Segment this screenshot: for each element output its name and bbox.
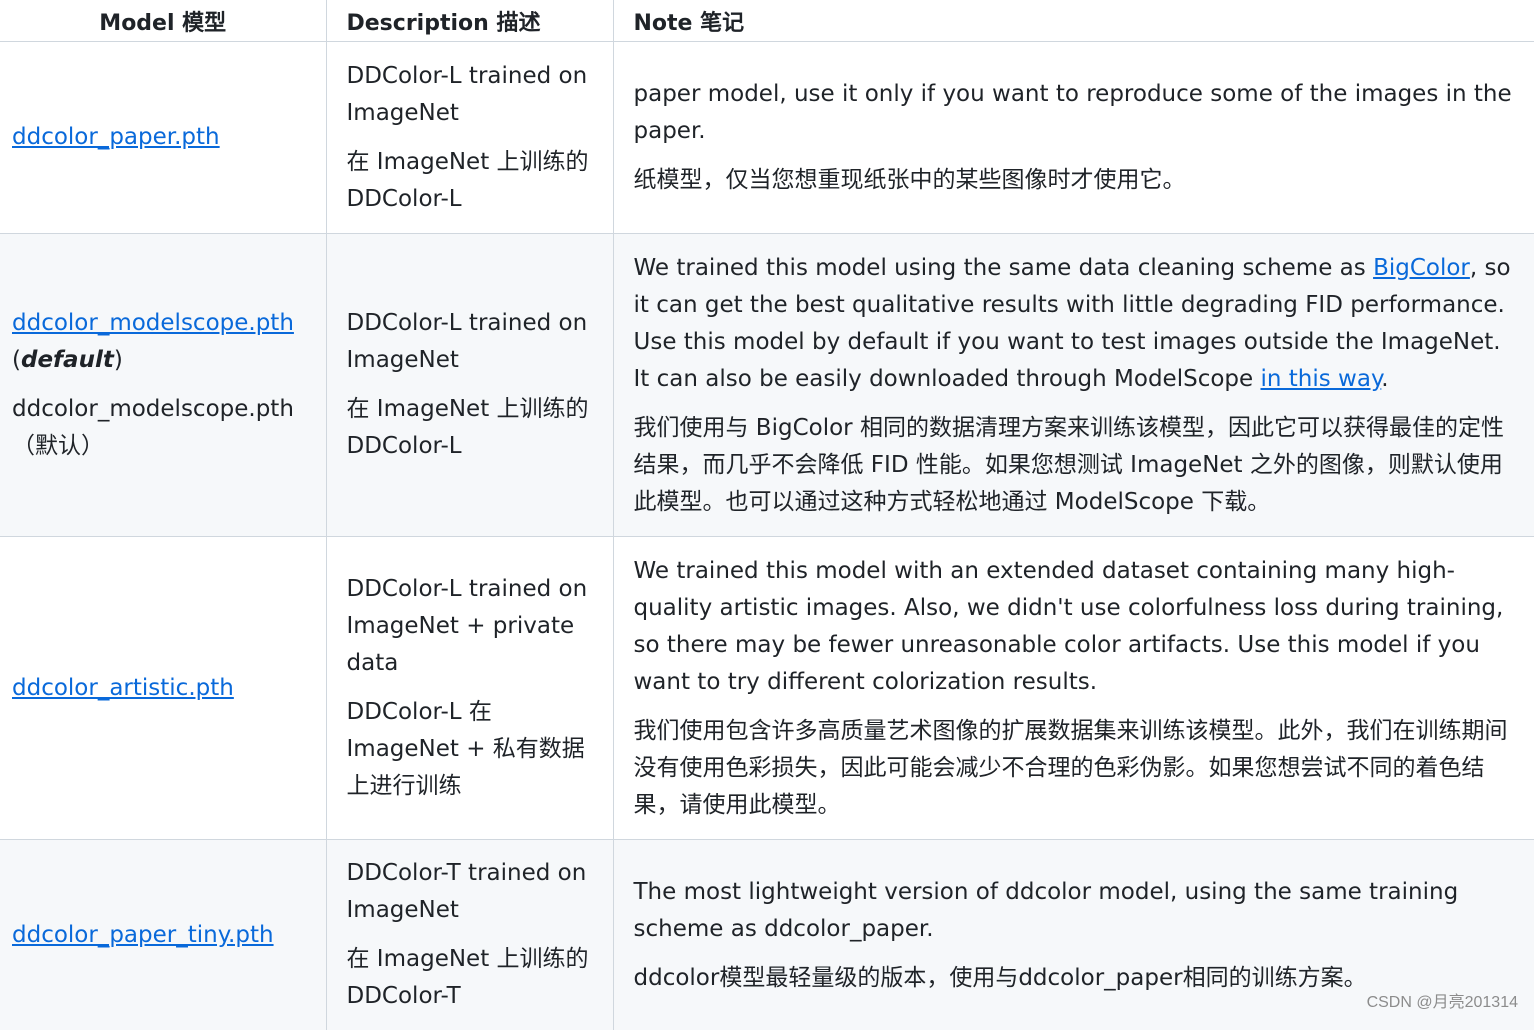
note-cell: We trained this model with an extended d… [613, 537, 1534, 840]
model-link-paper-tiny[interactable]: ddcolor_paper_tiny.pth [12, 922, 274, 948]
description-cell: DDColor-T trained on ImageNet 在 ImageNet… [326, 840, 613, 1030]
model-cell: ddcolor_paper.pth [0, 42, 326, 234]
model-cell: ddcolor_artistic.pth [0, 537, 326, 840]
model-zh: ddcolor_modelscope.pth（默认） [12, 391, 314, 465]
description-cell: DDColor-L trained on ImageNet + private … [326, 537, 613, 840]
description-cell: DDColor-L trained on ImageNet 在 ImageNet… [326, 234, 613, 537]
note-cell: paper model, use it only if you want to … [613, 42, 1534, 234]
watermark: CSDN @月亮201314 [1367, 988, 1518, 1012]
header-description: Description 描述 [326, 0, 613, 42]
description-en: DDColor-L trained on ImageNet [347, 58, 593, 132]
note-zh: 我们使用与 BigColor 相同的数据清理方案来训练该模型，因此它可以获得最佳… [634, 410, 1515, 521]
description-cell: DDColor-L trained on ImageNet 在 ImageNet… [326, 42, 613, 234]
table-row: ddcolor_modelscope.pth (default) ddcolor… [0, 234, 1534, 537]
models-table: Model 模型 Description 描述 Note 笔记 ddcolor_… [0, 0, 1534, 1030]
table-row: ddcolor_paper_tiny.pth DDColor-T trained… [0, 840, 1534, 1030]
model-cell: ddcolor_paper_tiny.pth [0, 840, 326, 1030]
table-header-row: Model 模型 Description 描述 Note 笔记 [0, 0, 1534, 42]
note-en: We trained this model with an extended d… [634, 553, 1515, 701]
header-model: Model 模型 [0, 0, 326, 42]
description-zh: DDColor-L 在 ImageNet + 私有数据上进行训练 [347, 694, 593, 805]
description-zh: 在 ImageNet 上训练的 DDColor-T [347, 941, 593, 1015]
note-en: The most lightweight version of ddcolor … [634, 874, 1515, 948]
bigcolor-link[interactable]: BigColor [1373, 255, 1470, 281]
table-row: ddcolor_artistic.pth DDColor-L trained o… [0, 537, 1534, 840]
default-label: default [21, 347, 114, 373]
model-cell: ddcolor_modelscope.pth (default) ddcolor… [0, 234, 326, 537]
header-note: Note 笔记 [613, 0, 1534, 42]
description-zh: 在 ImageNet 上训练的 DDColor-L [347, 391, 593, 465]
description-en: DDColor-L trained on ImageNet [347, 305, 593, 379]
description-en: DDColor-L trained on ImageNet + private … [347, 571, 593, 682]
note-cell: We trained this model using the same dat… [613, 234, 1534, 537]
note-en: paper model, use it only if you want to … [634, 76, 1515, 150]
table-row: ddcolor_paper.pth DDColor-L trained on I… [0, 42, 1534, 234]
note-zh: 纸模型，仅当您想重现纸张中的某些图像时才使用它。 [634, 162, 1515, 199]
model-link-artistic[interactable]: ddcolor_artistic.pth [12, 675, 234, 701]
description-en: DDColor-T trained on ImageNet [347, 855, 593, 929]
in-this-way-link[interactable]: in this way [1260, 366, 1381, 392]
note-zh: 我们使用包含许多高质量艺术图像的扩展数据集来训练该模型。此外，我们在训练期间没有… [634, 713, 1515, 824]
model-link-paper[interactable]: ddcolor_paper.pth [12, 124, 220, 150]
description-zh: 在 ImageNet 上训练的 DDColor-L [347, 144, 593, 218]
note-en: We trained this model using the same dat… [634, 250, 1515, 398]
model-link-modelscope[interactable]: ddcolor_modelscope.pth [12, 310, 294, 336]
default-tag: (default) [12, 347, 123, 373]
